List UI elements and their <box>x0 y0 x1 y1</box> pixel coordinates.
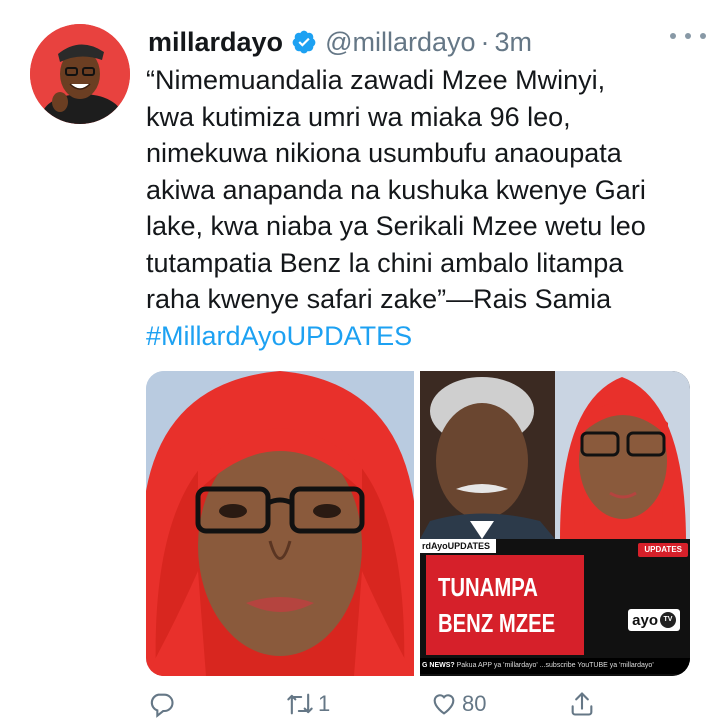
portrait-image <box>146 371 414 676</box>
tweet-line: kwa kutimiza umri wa miaka 96 leo, <box>146 101 571 132</box>
logo-text: ayo <box>632 611 658 629</box>
hashtag-link[interactable]: #MillardAyoUPDATES <box>146 318 706 355</box>
retweet-button[interactable]: 1 <box>286 690 330 718</box>
banner-tag: rdAyoUPDATES <box>420 539 497 553</box>
ayo-tv-logo: ayo TV <box>628 609 680 631</box>
tweet-actions: 1 80 <box>146 690 706 718</box>
tweet-line: “Nimemuandalia zawadi Mzee Mwinyi, <box>146 65 606 95</box>
photo-left[interactable] <box>146 371 414 676</box>
photo-right[interactable]: rdAyoUPDATES UPDATES TUNAMPA BENZ MZEE a… <box>420 371 690 676</box>
tweet-line: nimekuwa nikiona usumbufu anaoupata <box>146 138 622 168</box>
news-banner: rdAyoUPDATES UPDATES TUNAMPA BENZ MZEE a… <box>420 539 690 676</box>
verified-badge-icon <box>291 29 317 55</box>
collage-image <box>420 371 690 539</box>
tweet-text: “Nimemuandalia zawadi Mzee Mwinyi, kwa k… <box>146 62 706 354</box>
share-icon <box>571 692 593 716</box>
tweet-line: lake, kwa niaba ya Serikali Mzee wetu le… <box>146 211 646 241</box>
banner-line-2: BENZ MZEE <box>438 608 556 638</box>
retweet-count: 1 <box>318 691 331 716</box>
tweet-line: raha kwenye safari zake”—Rais Samia <box>146 284 612 314</box>
banner-updates-badge: UPDATES <box>638 543 688 557</box>
banner-line-1: TUNAMPA <box>438 572 538 602</box>
news-ticker: G NEWS? Pakua APP ya 'millardayo' ...sub… <box>420 658 690 674</box>
tweet-media[interactable]: rdAyoUPDATES UPDATES TUNAMPA BENZ MZEE a… <box>146 371 690 676</box>
tweet-line: tutampatia Benz la chini ambalo litampa <box>146 247 624 278</box>
separator-dot: · <box>480 26 490 57</box>
share-button[interactable] <box>568 690 596 718</box>
banner-headline: TUNAMPA BENZ MZEE <box>426 555 584 655</box>
retweet-icon <box>287 693 313 715</box>
tweet-line: akiwa anapanda na kushuka kwenye Gari <box>146 174 646 205</box>
avatar[interactable] <box>30 24 130 124</box>
timestamp[interactable]: 3m <box>495 27 533 58</box>
heart-icon <box>433 694 455 715</box>
more-dots-icon[interactable] <box>670 26 706 46</box>
reply-button[interactable] <box>148 690 180 718</box>
logo-tv: TV <box>660 612 676 628</box>
avatar-image <box>30 24 130 124</box>
like-button[interactable]: 80 <box>430 690 486 718</box>
ticker-bold: G NEWS? <box>422 662 455 669</box>
ticker-text: Pakua APP ya 'millardayo' ...subscribe Y… <box>454 662 654 669</box>
handle[interactable]: @millardayo <box>325 27 475 58</box>
like-count: 80 <box>462 691 487 716</box>
reply-icon <box>150 693 174 718</box>
display-name[interactable]: millardayo <box>148 27 283 58</box>
tweet-header: millardayo @millardayo · 3m <box>148 22 700 62</box>
